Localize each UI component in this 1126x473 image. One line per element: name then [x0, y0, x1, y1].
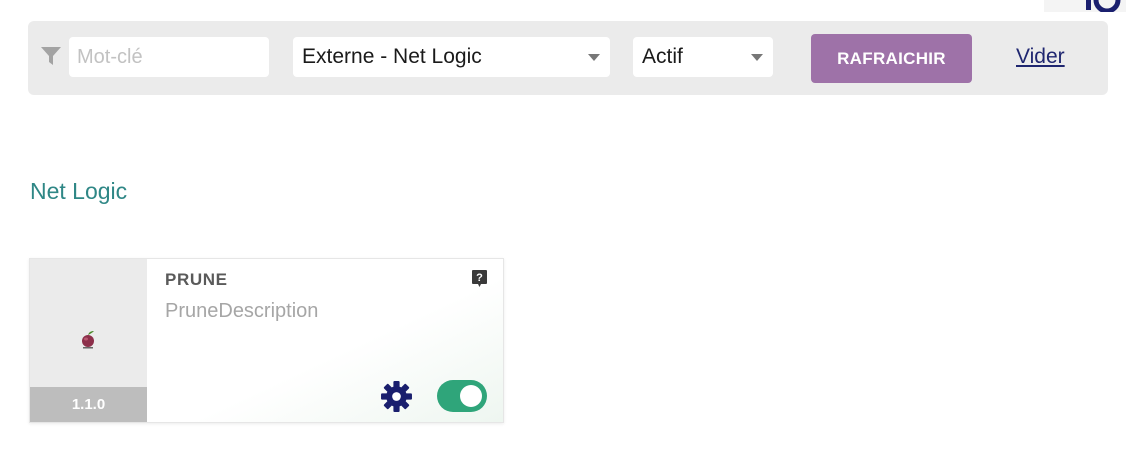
toggle-knob [460, 385, 482, 407]
status-select[interactable]: Actif [633, 37, 773, 77]
module-description: PruneDescription [165, 300, 319, 322]
plum-icon [80, 329, 96, 356]
keyword-input[interactable] [69, 37, 269, 77]
source-select[interactable]: Externe - Net Logic [293, 37, 610, 77]
refresh-button[interactable]: RAFRAICHIR [811, 34, 972, 83]
filter-bar: Externe - Net Logic Actif RAFRAICHIR Vid… [28, 21, 1108, 95]
corner-logo [1044, 0, 1126, 12]
gear-icon[interactable] [380, 380, 413, 418]
module-card: 1.1.0 PRUNE ? PruneDescription [29, 258, 504, 423]
clear-link[interactable]: Vider [1016, 45, 1065, 69]
source-select-value: Externe - Net Logic [302, 45, 482, 68]
chevron-down-icon [588, 54, 600, 61]
chevron-down-icon [751, 54, 763, 61]
module-thumbnail: 1.1.0 [30, 259, 147, 422]
version-badge: 1.1.0 [30, 387, 147, 422]
module-name: PRUNE [165, 270, 228, 289]
svg-text:?: ? [476, 272, 483, 284]
help-icon[interactable]: ? [471, 269, 488, 293]
filter-icon [40, 45, 62, 67]
status-select-value: Actif [642, 45, 683, 68]
section-title: Net Logic [30, 178, 128, 204]
enable-toggle[interactable] [437, 380, 487, 412]
